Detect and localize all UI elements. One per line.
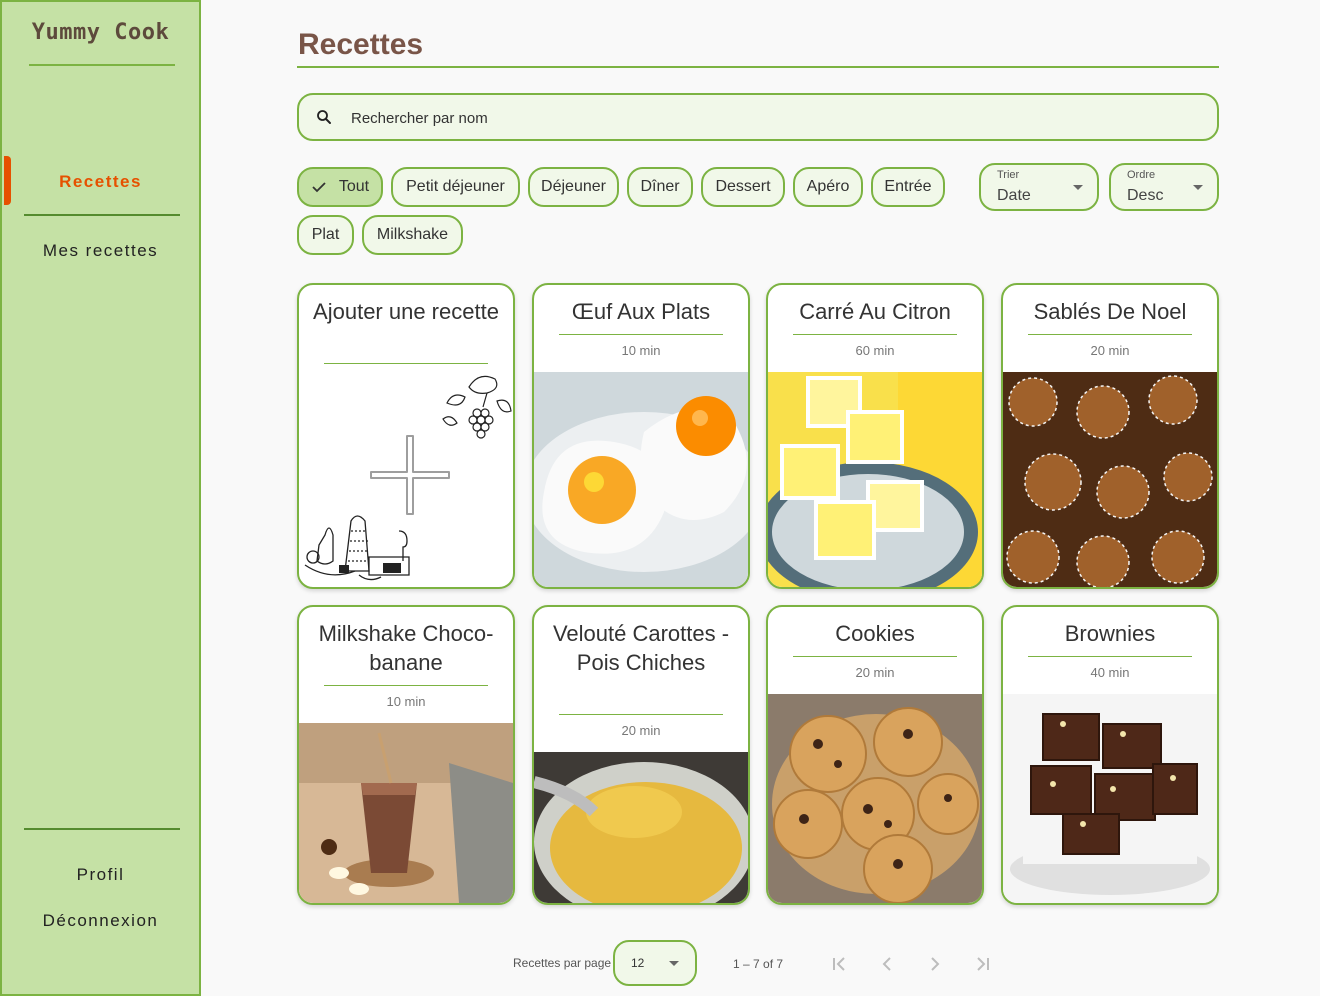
recipe-time: 40 min bbox=[1090, 665, 1130, 680]
sort-select[interactable]: Trier Date bbox=[979, 163, 1099, 211]
chip-petit-dejeuner[interactable]: Petit déjeuner bbox=[391, 167, 520, 207]
sidebar: Yummy Cook Recettes Mes recettes Profil … bbox=[0, 0, 201, 996]
search-bar bbox=[297, 93, 1219, 141]
sort-value: Date bbox=[997, 187, 1031, 204]
order-select[interactable]: Ordre Desc bbox=[1109, 163, 1219, 211]
recipe-time: 10 min bbox=[621, 343, 661, 358]
check-icon bbox=[312, 182, 326, 193]
card-divider bbox=[1028, 656, 1192, 657]
recipe-image bbox=[1003, 372, 1217, 587]
recipe-image bbox=[534, 372, 748, 587]
card-divider bbox=[324, 363, 488, 364]
order-value: Desc bbox=[1127, 187, 1164, 204]
chevron-down-icon bbox=[1073, 185, 1083, 190]
recipe-image bbox=[768, 694, 982, 903]
pagination-range: 1 – 7 of 7 bbox=[733, 957, 784, 971]
app-root: Yummy Cook Recettes Mes recettes Profil … bbox=[0, 0, 1320, 996]
chip-dejeuner[interactable]: Déjeuner bbox=[528, 167, 619, 207]
recipe-card[interactable]: Cookies 20 min bbox=[766, 605, 984, 905]
last-page-icon[interactable] bbox=[973, 954, 993, 974]
add-recipe-card[interactable]: Ajouter une recette bbox=[297, 283, 515, 589]
first-page-icon[interactable] bbox=[829, 954, 849, 974]
chip-label: Tout bbox=[338, 178, 370, 195]
recipe-title: Œuf Aux Plats bbox=[571, 299, 711, 324]
recipe-card[interactable]: Velouté Carottes - Pois Chiches 20 min bbox=[532, 605, 750, 905]
nav-divider bbox=[24, 214, 180, 216]
sidebar-item-profil[interactable]: Profil bbox=[2, 865, 199, 885]
chip-plat[interactable]: Plat bbox=[297, 215, 354, 255]
recipe-image bbox=[299, 723, 513, 903]
recipe-time: 60 min bbox=[855, 343, 895, 358]
card-divider bbox=[1028, 334, 1192, 335]
nav-divider-bottom bbox=[24, 828, 180, 830]
recipe-image bbox=[768, 372, 982, 587]
logo-underline bbox=[29, 64, 175, 66]
recipe-title: Sablés De Noel bbox=[1033, 299, 1187, 324]
card-divider bbox=[324, 685, 488, 686]
recipe-title: Milkshake Choco-banane bbox=[318, 621, 494, 675]
recipe-time: 20 min bbox=[621, 723, 661, 738]
chevron-down-icon bbox=[669, 961, 679, 966]
recipe-time: 10 min bbox=[386, 694, 426, 709]
order-label: Ordre bbox=[1127, 169, 1156, 181]
sidebar-item-recettes[interactable]: Recettes bbox=[2, 172, 199, 192]
recipe-card[interactable]: Milkshake Choco-banane 10 min bbox=[297, 605, 515, 905]
chip-milkshake[interactable]: Milkshake bbox=[362, 215, 463, 255]
card-divider bbox=[793, 334, 957, 335]
recipe-image bbox=[534, 752, 748, 903]
recipe-time: 20 min bbox=[855, 665, 895, 680]
recipe-image bbox=[1003, 694, 1217, 903]
add-recipe-label: Ajouter une recette bbox=[313, 299, 499, 324]
recipe-card[interactable]: Œuf Aux Plats 10 min bbox=[532, 283, 750, 589]
title-underline bbox=[297, 66, 1219, 68]
search-icon bbox=[317, 110, 331, 124]
per-page-label: Recettes par page bbox=[513, 956, 612, 970]
sidebar-item-deconnexion[interactable]: Déconnexion bbox=[2, 911, 199, 931]
chip-diner[interactable]: Dîner bbox=[627, 167, 693, 207]
previous-page-icon[interactable] bbox=[877, 954, 897, 974]
recipe-card[interactable]: Sablés De Noel 20 min bbox=[1001, 283, 1219, 589]
kitchenware-illustration bbox=[304, 515, 410, 581]
recipe-title: Carré Au Citron bbox=[799, 299, 951, 324]
sidebar-item-mes-recettes[interactable]: Mes recettes bbox=[2, 241, 199, 261]
page-title: Recettes bbox=[298, 28, 424, 61]
app-logo: Yummy Cook bbox=[31, 20, 170, 45]
chip-dessert[interactable]: Dessert bbox=[701, 167, 785, 207]
chip-apero[interactable]: Apéro bbox=[793, 167, 863, 207]
recipe-time: 20 min bbox=[1090, 343, 1130, 358]
card-divider bbox=[793, 656, 957, 657]
recipe-card[interactable]: Carré Au Citron 60 min bbox=[766, 283, 984, 589]
chip-entree[interactable]: Entrée bbox=[871, 167, 945, 207]
chevron-down-icon bbox=[1193, 185, 1203, 190]
recipe-title: Velouté Carottes - Pois Chiches bbox=[552, 621, 730, 675]
card-divider bbox=[559, 334, 723, 335]
per-page-select[interactable]: 12 bbox=[613, 940, 697, 986]
card-divider bbox=[559, 714, 723, 715]
recipe-title: Cookies bbox=[835, 621, 915, 646]
search-input[interactable] bbox=[351, 105, 1191, 131]
recipe-card[interactable]: Brownies 40 min bbox=[1001, 605, 1219, 905]
per-page-value: 12 bbox=[631, 956, 645, 970]
recipe-title: Brownies bbox=[1064, 621, 1156, 646]
next-page-icon[interactable] bbox=[925, 954, 945, 974]
sort-label: Trier bbox=[997, 169, 1020, 181]
chip-tout[interactable]: Tout bbox=[297, 167, 383, 207]
